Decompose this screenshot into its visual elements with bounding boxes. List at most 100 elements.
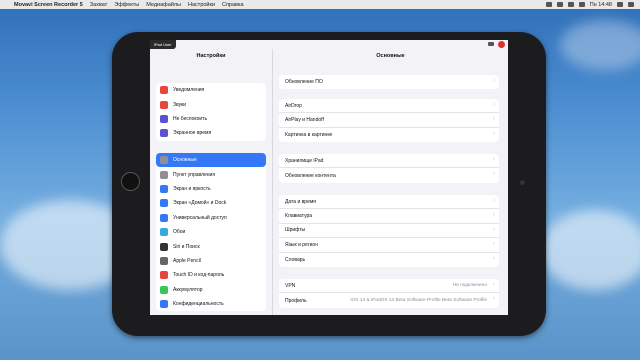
flag-icon[interactable] xyxy=(578,2,585,7)
sidebar-item[interactable]: Экран и яркость xyxy=(156,182,266,196)
sidebar-item-label: Siri и Поиск xyxy=(173,243,200,250)
settings-group: AirDrop › AirPlay и Handoff › Картинка в кар… xyxy=(279,99,499,143)
record-stop-icon[interactable] xyxy=(498,41,505,48)
settings-row[interactable]: Обновление контента › xyxy=(279,168,499,182)
bluetooth-icon[interactable] xyxy=(556,2,563,7)
settings-row[interactable]: Хранилище iPad › xyxy=(279,154,499,169)
brightness-icon xyxy=(160,184,168,193)
search-icon[interactable] xyxy=(617,2,623,7)
sidebar-item-label: Не беспокоить xyxy=(173,115,208,122)
sidebar-group: Уведомления Звуки Не беспокоить Экранное вр… xyxy=(156,83,266,141)
hourglass-icon xyxy=(160,129,168,138)
chevron-right-icon: › xyxy=(493,296,495,303)
settings-row[interactable]: Шрифты › xyxy=(279,224,499,239)
sidebar-item-label: Универсальный доступ xyxy=(173,214,227,221)
settings-row-label: VPN xyxy=(285,282,296,289)
settings-row-label: Язык и регион xyxy=(285,241,318,248)
sidebar-item[interactable]: Siri и Поиск xyxy=(156,239,266,253)
menu-effects[interactable]: Эффекты xyxy=(114,2,139,8)
ipad-screen: iPad User 14:47 Пн 13 июля 100% Настройк… xyxy=(150,40,508,315)
menubar-clock[interactable]: Пн 14:48 xyxy=(590,2,612,8)
sidebar-item[interactable]: Уведомления xyxy=(156,83,266,97)
menu-settings[interactable]: Настройки xyxy=(188,2,215,8)
sidebar-item-label: Apple Pencil xyxy=(173,257,201,264)
sidebar-item[interactable]: Звуки xyxy=(156,97,266,111)
settings-row-label: Шрифты xyxy=(285,227,306,234)
settings-row-value: iOS 14 & iPadOS 14 Beta Software Profile… xyxy=(350,298,487,304)
pencil-icon xyxy=(160,256,168,265)
user-badge: iPad User xyxy=(150,40,176,49)
sidebar-item-label: Конфиденциальность xyxy=(173,301,224,308)
control-center-icon xyxy=(160,170,168,179)
chevron-right-icon: › xyxy=(493,212,495,219)
wifi-icon[interactable] xyxy=(567,2,574,7)
settings-row[interactable]: Клавиатура › xyxy=(279,209,499,224)
cloud xyxy=(560,20,640,70)
sounds-icon xyxy=(160,100,168,109)
list-icon[interactable] xyxy=(628,2,634,7)
sidebar-item[interactable]: Пункт управления xyxy=(156,167,266,181)
settings-row-label: Хранилище iPad xyxy=(285,157,324,164)
settings-row[interactable]: Дата и время › xyxy=(279,195,499,210)
sidebar-item-label: Пункт управления xyxy=(173,171,216,178)
home-button[interactable] xyxy=(121,172,140,191)
sidebar-item-label: Уведомления xyxy=(173,87,205,94)
sidebar-item[interactable]: Экранное время xyxy=(156,126,266,140)
chevron-right-icon: › xyxy=(493,102,495,108)
settings-row[interactable]: Картинка в картинке › xyxy=(279,128,499,142)
chevron-right-icon: › xyxy=(493,171,495,178)
settings-group: Дата и время › Клавиатура › Шрифты › Язык и ре… xyxy=(279,195,499,267)
status-bar: iPad User 14:47 Пн 13 июля 100% xyxy=(150,40,508,55)
settings-row[interactable]: Профиль iOS 14 & iPadOS 14 Beta Software … xyxy=(279,293,499,307)
sidebar-item[interactable]: Экран «Домой» и Dock xyxy=(156,196,266,210)
settings-sidebar: Настройки Уведомления Звуки Не беспокоить Э… xyxy=(150,49,273,315)
sidebar-title: Настройки xyxy=(196,53,226,59)
settings-row[interactable]: Язык и регион › xyxy=(279,238,499,253)
settings-row[interactable]: AirDrop › xyxy=(279,99,499,114)
menu-capture[interactable]: Захват xyxy=(90,2,107,8)
menu-media[interactable]: Медиафайлы xyxy=(146,2,181,8)
chevron-right-icon: › xyxy=(493,157,495,163)
sidebar-item[interactable]: Touch ID и код-пароль xyxy=(156,268,266,282)
settings-row-label: Обновление контента xyxy=(285,172,336,179)
menu-help[interactable]: Справка xyxy=(222,2,244,8)
chevron-right-icon: › xyxy=(493,282,495,288)
camera-record-icon[interactable] xyxy=(488,42,494,46)
sidebar-group: Основные Пункт управления Экран и яркость Э… xyxy=(156,153,266,312)
sidebar-item-label: Обои xyxy=(173,229,186,236)
settings-row[interactable]: Обновление ПО › xyxy=(279,75,499,89)
chevron-right-icon: › xyxy=(493,130,495,137)
battery-icon xyxy=(160,285,168,294)
settings-row-label: Клавиатура xyxy=(285,213,313,220)
sidebar-item[interactable]: Обои xyxy=(156,225,266,239)
chevron-right-icon: › xyxy=(493,255,495,262)
sidebar-item[interactable]: Аккумулятор xyxy=(156,283,266,297)
settings-group: Обновление ПО › xyxy=(279,75,499,90)
sidebar-item[interactable]: Apple Pencil xyxy=(156,254,266,268)
sidebar-item-label: Аккумулятор xyxy=(173,286,203,293)
settings-row-label: Дата и время xyxy=(285,198,317,205)
sidebar-item[interactable]: Конфиденциальность xyxy=(156,297,266,311)
settings-row[interactable]: AirPlay и Handoff › xyxy=(279,113,499,128)
settings-row[interactable]: Словарь › xyxy=(279,253,499,267)
chevron-right-icon: › xyxy=(493,241,495,248)
page-title: Основные xyxy=(376,53,405,59)
chevron-right-icon: › xyxy=(493,116,495,123)
settings-row[interactable]: VPN Не подключено › xyxy=(279,279,499,294)
mac-menubar: Movavi Screen Recorder 5 Захват Эффекты … xyxy=(0,0,640,9)
sidebar-item[interactable]: Основные xyxy=(156,153,266,168)
sidebar-item[interactable]: Не беспокоить xyxy=(156,112,266,126)
chevron-right-icon: › xyxy=(493,226,495,233)
settings-row-label: Словарь xyxy=(285,256,306,263)
fingerprint-icon xyxy=(160,271,168,280)
menu-app-name[interactable]: Movavi Screen Recorder 5 xyxy=(14,2,83,8)
gear-icon xyxy=(160,156,168,165)
chevron-right-icon: › xyxy=(493,78,495,84)
record-tray-icon[interactable] xyxy=(545,2,552,7)
settings-group: Хранилище iPad › Обновление контента › xyxy=(279,154,499,183)
sidebar-item-label: Экран «Домой» и Dock xyxy=(173,200,227,207)
settings-row-label: Профиль xyxy=(285,297,307,304)
settings-group: VPN Не подключено › Профиль iOS 14 & iPadOS … xyxy=(279,279,499,308)
settings-row-value: Не подключено xyxy=(452,283,487,289)
sidebar-item[interactable]: Универсальный доступ xyxy=(156,211,266,225)
